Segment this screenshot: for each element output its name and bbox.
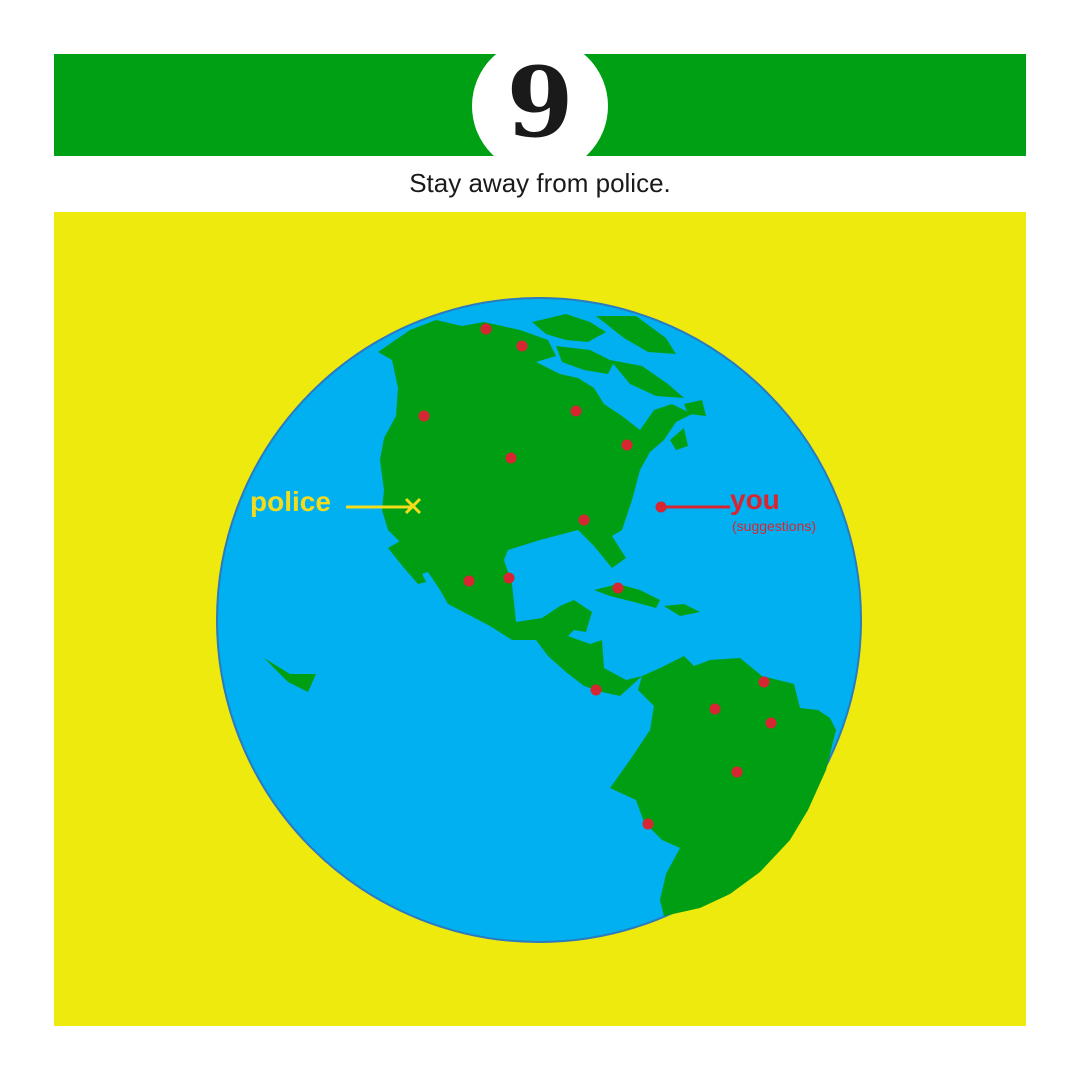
red-dot-icon <box>570 405 582 417</box>
suggestions-label: (suggestions) <box>732 518 817 534</box>
red-dot-icon <box>503 572 515 584</box>
red-dot-icon <box>463 575 475 587</box>
police-label: police <box>250 486 331 517</box>
red-dot-icon <box>642 818 654 830</box>
red-dot-icon <box>765 717 777 729</box>
red-dot-icon <box>621 439 633 451</box>
red-dot-icon <box>480 323 492 335</box>
red-dot-icon <box>590 684 602 696</box>
red-dot-icon <box>516 340 528 352</box>
red-dot-icon <box>612 582 624 594</box>
red-dot-icon <box>418 410 430 422</box>
you-label: you <box>730 484 780 515</box>
red-dot-icon <box>655 501 667 513</box>
globe-illustration <box>216 297 862 943</box>
red-dot-icon <box>731 766 743 778</box>
red-dot-icon <box>578 514 590 526</box>
red-dot-icon <box>505 452 517 464</box>
red-dot-icon <box>709 703 721 715</box>
red-dot-icon <box>758 676 770 688</box>
